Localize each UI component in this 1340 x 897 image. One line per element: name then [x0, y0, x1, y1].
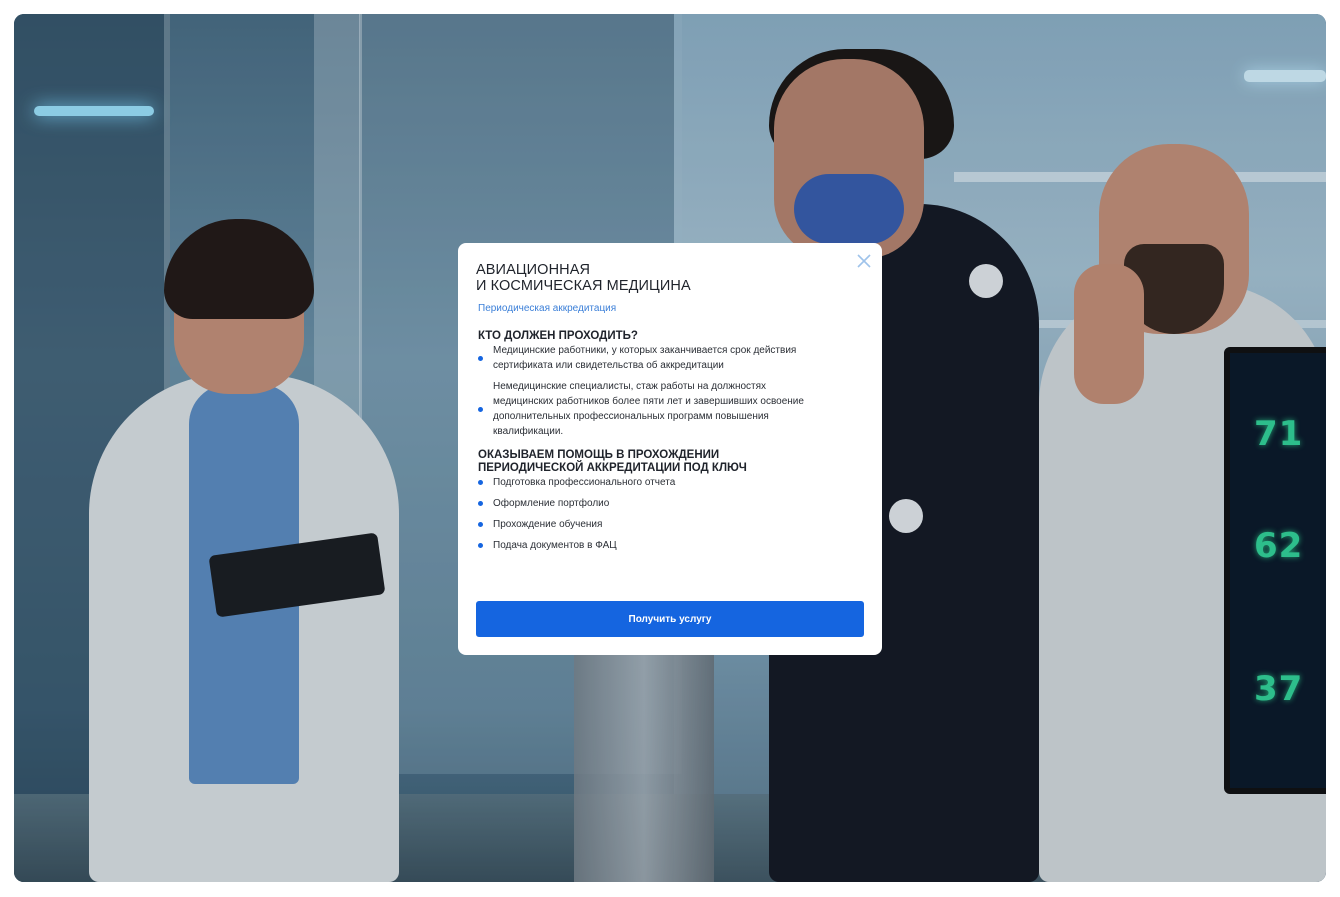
bullet-icon	[478, 501, 483, 506]
modal-title-line: АВИАЦИОННАЯ	[476, 262, 591, 278]
list-item-line: дополнительных профессиональных программ…	[493, 411, 769, 422]
section-heading-who: КТО ДОЛЖЕН ПРОХОДИТЬ?	[478, 330, 638, 342]
close-icon[interactable]	[855, 252, 873, 270]
section-heading-line: ПЕРИОДИЧЕСКОЙ АККРЕДИТАЦИИ ПОД КЛЮЧ	[478, 462, 747, 474]
bullet-icon	[478, 522, 483, 527]
list-item-line: медицинских работников более пяти лет и …	[493, 396, 804, 407]
list-item-text: Подготовка профессионального отчета	[493, 477, 676, 488]
list-item-text: Медицинские работники, у которых заканчи…	[493, 343, 796, 373]
list-item: Немедицинские специалисты, стаж работы н…	[476, 379, 864, 439]
modal-title: АВИАЦИОННАЯ И КОСМИЧЕСКАЯ МЕДИЦИНА	[476, 262, 864, 294]
list-item: Оформление портфолио	[476, 496, 864, 511]
list-item: Медицинские работники, у которых заканчи…	[476, 343, 864, 373]
modal-title-line: И КОСМИЧЕСКАЯ МЕДИЦИНА	[476, 278, 691, 294]
list-item: Прохождение обучения	[476, 517, 864, 532]
list-item-line: сертификата или свидетельства об аккреди…	[493, 360, 724, 371]
service-modal: АВИАЦИОННАЯ И КОСМИЧЕСКАЯ МЕДИЦИНА Перио…	[458, 243, 882, 655]
bullet-icon	[478, 406, 483, 412]
section-heading-help: ОКАЗЫВАЕМ ПОМОЩЬ В ПРОХОЖДЕНИИ ПЕРИОДИЧЕ…	[476, 449, 864, 475]
list-item-text: Оформление портфолио	[493, 498, 610, 509]
list-item-line: Медицинские работники, у которых заканчи…	[493, 345, 797, 356]
list-item: Подача документов в ФАЦ	[476, 538, 864, 553]
section-heading-line: ОКАЗЫВАЕМ ПОМОЩЬ В ПРОХОЖДЕНИИ	[478, 449, 720, 461]
get-service-button[interactable]: Получить услугу	[476, 601, 864, 637]
list-item-line: Немедицинские специалисты, стаж работы н…	[493, 381, 767, 392]
modal-subtitle: Периодическая аккредитация	[478, 303, 617, 314]
bullet-icon	[478, 480, 483, 485]
list-item-text: Прохождение обучения	[493, 519, 603, 530]
bullet-icon	[478, 355, 483, 361]
list-item-text: Немедицинские специалисты, стаж работы н…	[493, 379, 804, 439]
who-list: Медицинские работники, у которых заканчи…	[476, 343, 864, 439]
list-item-text: Подача документов в ФАЦ	[493, 540, 617, 551]
bullet-icon	[478, 543, 483, 548]
help-list: Подготовка профессионального отчета Офор…	[476, 475, 864, 553]
list-item-line: квалификации.	[493, 426, 564, 437]
list-item: Подготовка профессионального отчета	[476, 475, 864, 490]
